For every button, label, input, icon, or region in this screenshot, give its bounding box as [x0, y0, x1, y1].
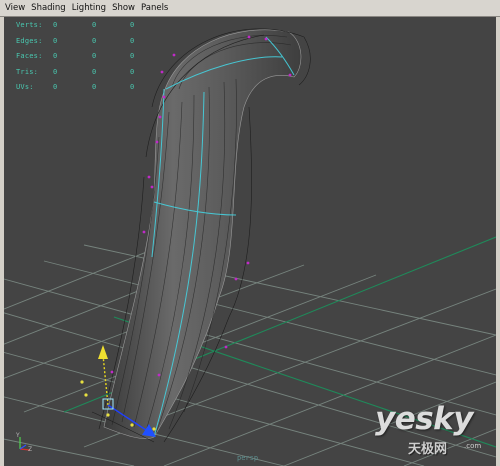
watermark-subtitle: 天极网 — [408, 442, 448, 457]
hud-row-tris: Tris: 0 0 0 — [16, 65, 176, 81]
hud-row-uvs: UVs: 0 0 0 — [16, 80, 176, 96]
hud-value: 0 — [130, 36, 135, 45]
hud-value: 0 — [92, 83, 97, 91]
hud-label: Verts: — [16, 21, 43, 29]
hud-value: 0 — [53, 52, 58, 60]
hud-value: 0 — [53, 67, 58, 76]
hud-value: 0 — [53, 36, 58, 45]
hud-label: Edges: — [16, 36, 43, 45]
hud-label: UVs: — [16, 83, 34, 91]
hud-value: 0 — [130, 52, 135, 60]
hud-row-faces: Faces: 0 0 0 — [16, 49, 176, 65]
hud-label: Tris: — [16, 67, 39, 76]
poly-count-hud: Verts: 0 0 0 Edges: 0 0 0 Faces: 0 0 0 T… — [16, 18, 176, 96]
view-axis-indicator: Y Z — [15, 432, 32, 453]
panel-menu-bar: View Shading Lighting Show Panels — [0, 0, 500, 17]
axis-label-y: Y — [15, 432, 20, 439]
menu-shading[interactable]: Shading — [28, 0, 69, 16]
hud-row-edges: Edges: 0 0 0 — [16, 34, 176, 50]
menu-view[interactable]: View — [0, 0, 28, 16]
maya-window: View Shading Lighting Show Panels Y Z Ve… — [0, 0, 500, 466]
hud-value: 0 — [92, 67, 97, 76]
menu-panels[interactable]: Panels — [138, 0, 171, 16]
watermark-logo: yesky — [375, 401, 474, 437]
hud-value: 0 — [53, 83, 58, 91]
hud-label: Faces: — [16, 52, 43, 60]
perspective-viewport[interactable]: Y Z Verts: 0 0 0 Edges: 0 0 0 Faces: 0 0… — [4, 17, 496, 466]
hud-value: 0 — [92, 36, 97, 45]
hud-value: 0 — [53, 21, 58, 29]
camera-name-label: persp — [237, 454, 259, 462]
hud-value: 0 — [130, 83, 135, 91]
menu-show[interactable]: Show — [109, 0, 138, 16]
watermark: yesky 天极网 .com — [371, 401, 495, 461]
watermark-suffix: .com — [464, 442, 482, 450]
hud-value: 0 — [130, 67, 135, 76]
hud-value: 0 — [92, 21, 97, 29]
menu-lighting[interactable]: Lighting — [69, 0, 109, 16]
hud-row-verts: Verts: 0 0 0 — [16, 18, 176, 34]
manipulator-y-arrow[interactable] — [98, 345, 108, 359]
hud-value: 0 — [130, 21, 135, 29]
axis-label-z: Z — [28, 446, 32, 453]
hud-value: 0 — [92, 52, 97, 60]
